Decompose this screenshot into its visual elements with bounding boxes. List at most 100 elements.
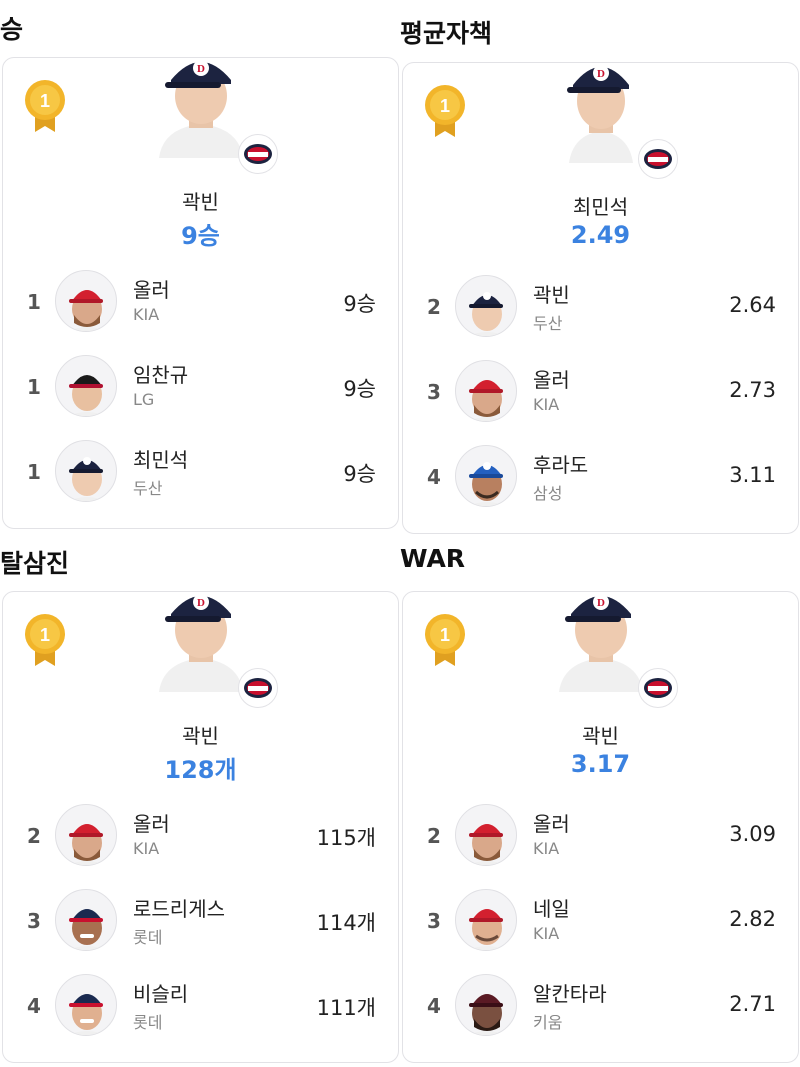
rank-number: 2 xyxy=(27,824,41,848)
bears-logo-icon xyxy=(638,668,678,708)
stat-value: 2.82 xyxy=(729,907,776,931)
player-avatar xyxy=(55,270,117,332)
leader-name: 곽빈 xyxy=(182,724,219,748)
leader-name: 곽빈 xyxy=(582,724,619,748)
stat-value: 3.09 xyxy=(729,822,776,846)
leader-value: 3.17 xyxy=(570,750,631,778)
player-avatar xyxy=(55,974,117,1036)
ranking-row[interactable]: 2 올러 KIA 115개 xyxy=(3,804,398,868)
player-team: 롯데 xyxy=(133,1013,163,1032)
stat-value: 2.71 xyxy=(729,992,776,1016)
gold-medal-icon: 1 xyxy=(25,80,65,132)
panel-strikeouts: 탈삼진 1 D 곽빈 128개 2 올러 KIA 115개 3 로드리게스 롯데… xyxy=(0,534,400,1067)
player-name: 알칸타라 xyxy=(533,982,607,1006)
player-name: 후라도 xyxy=(533,453,589,477)
ranking-row[interactable]: 1 최민석 두산 9승 xyxy=(3,440,398,504)
medal-rank: 1 xyxy=(40,91,50,111)
player-avatar xyxy=(455,445,517,507)
stat-value: 9승 xyxy=(343,377,376,401)
bears-logo-icon xyxy=(238,668,278,708)
medal-rank: 1 xyxy=(440,625,450,645)
player-team: LG xyxy=(133,390,155,409)
stat-value: 2.73 xyxy=(729,378,776,402)
player-team: KIA xyxy=(533,839,560,858)
player-team: 두산 xyxy=(133,479,163,498)
rank-number: 2 xyxy=(427,295,441,319)
ranking-row[interactable]: 2 곽빈 두산 2.64 xyxy=(403,275,798,339)
rank-number: 3 xyxy=(27,909,41,933)
medal-rank: 1 xyxy=(40,625,50,645)
panel-title: 평균자책 xyxy=(400,19,493,48)
ranking-row[interactable]: 3 올러 KIA 2.73 xyxy=(403,360,798,424)
leader-value: 128개 xyxy=(164,756,237,784)
ranking-row[interactable]: 3 로드리게스 롯데 114개 xyxy=(3,889,398,953)
rank-number: 2 xyxy=(427,824,441,848)
ranking-row[interactable]: 2 올러 KIA 3.09 xyxy=(403,804,798,868)
panel-title: WAR xyxy=(400,544,466,573)
stat-value: 114개 xyxy=(316,911,376,935)
player-team: 두산 xyxy=(533,314,563,333)
stat-value: 111개 xyxy=(316,996,376,1020)
svg-text:D: D xyxy=(597,597,605,609)
ranking-row[interactable]: 4 후라도 삼성 3.11 xyxy=(403,445,798,509)
leader-card[interactable]: 1 D 곽빈 9승 1 올러 KIA 9승 1 임찬규 LG 9승 1 최민석 … xyxy=(2,57,399,529)
player-team: 삼성 xyxy=(533,484,563,503)
rank-number: 4 xyxy=(427,994,441,1018)
player-avatar xyxy=(455,804,517,866)
leader-name: 최민석 xyxy=(572,195,629,219)
leader-card[interactable]: 1 D 곽빈 3.17 2 올러 KIA 3.09 3 네일 KIA 2.82 … xyxy=(402,591,799,1063)
panel-war: WAR 1 D 곽빈 3.17 2 올러 KIA 3.09 3 네일 KIA 2… xyxy=(400,534,800,1067)
stat-value: 3.11 xyxy=(729,463,776,487)
stat-value: 2.64 xyxy=(729,293,776,317)
player-name: 최민석 xyxy=(133,448,189,472)
player-avatar xyxy=(55,355,117,417)
panel-wins: 승 1 D 곽빈 9승 1 올러 KIA 9승 1 임찬규 LG 9승 1 최민… xyxy=(0,0,400,533)
player-name: 네일 xyxy=(533,897,570,921)
svg-text:D: D xyxy=(597,68,605,80)
bears-logo-icon xyxy=(638,139,678,179)
ranking-row[interactable]: 4 비슬리 롯데 111개 xyxy=(3,974,398,1038)
player-team: KIA xyxy=(133,839,160,858)
rank-number: 1 xyxy=(27,460,41,484)
gold-medal-icon: 1 xyxy=(425,614,465,666)
player-name: 올러 xyxy=(133,812,170,836)
ranking-row[interactable]: 1 임찬규 LG 9승 xyxy=(3,355,398,419)
player-name: 올러 xyxy=(133,278,170,302)
stat-value: 9승 xyxy=(343,292,376,316)
player-team: 롯데 xyxy=(133,928,163,947)
player-avatar xyxy=(55,440,117,502)
leader-card[interactable]: 1 D 최민석 2.49 2 곽빈 두산 2.64 3 올러 KIA 2.73 … xyxy=(402,62,799,534)
stat-value: 115개 xyxy=(316,826,376,850)
leader-card[interactable]: 1 D 곽빈 128개 2 올러 KIA 115개 3 로드리게스 롯데 114… xyxy=(2,591,399,1063)
leader-name: 곽빈 xyxy=(182,190,219,214)
player-name: 비슬리 xyxy=(133,982,189,1006)
svg-text:D: D xyxy=(197,597,205,609)
player-avatar xyxy=(455,889,517,951)
rank-number: 1 xyxy=(27,375,41,399)
player-name: 곽빈 xyxy=(533,283,570,307)
player-avatar xyxy=(455,275,517,337)
rank-number: 4 xyxy=(427,465,441,489)
gold-medal-icon: 1 xyxy=(25,614,65,666)
stat-value: 9승 xyxy=(343,462,376,486)
bears-logo-icon xyxy=(238,134,278,174)
leader-value: 2.49 xyxy=(570,221,631,249)
leader-value: 9승 xyxy=(181,222,220,250)
player-avatar xyxy=(55,804,117,866)
panel-title: 탈삼진 xyxy=(0,549,70,578)
ranking-row[interactable]: 3 네일 KIA 2.82 xyxy=(403,889,798,953)
ranking-row[interactable]: 4 알칸타라 키움 2.71 xyxy=(403,974,798,1038)
player-name: 올러 xyxy=(533,368,570,392)
player-team: KIA xyxy=(533,924,560,943)
rank-number: 3 xyxy=(427,380,441,404)
rank-number: 3 xyxy=(427,909,441,933)
medal-rank: 1 xyxy=(440,96,450,116)
player-team: KIA xyxy=(133,305,160,324)
gold-medal-icon: 1 xyxy=(425,85,465,137)
player-avatar xyxy=(455,974,517,1036)
svg-text:D: D xyxy=(197,63,205,75)
ranking-row[interactable]: 1 올러 KIA 9승 xyxy=(3,270,398,334)
player-name: 올러 xyxy=(533,812,570,836)
player-name: 임찬규 xyxy=(133,363,189,387)
player-avatar xyxy=(455,360,517,422)
